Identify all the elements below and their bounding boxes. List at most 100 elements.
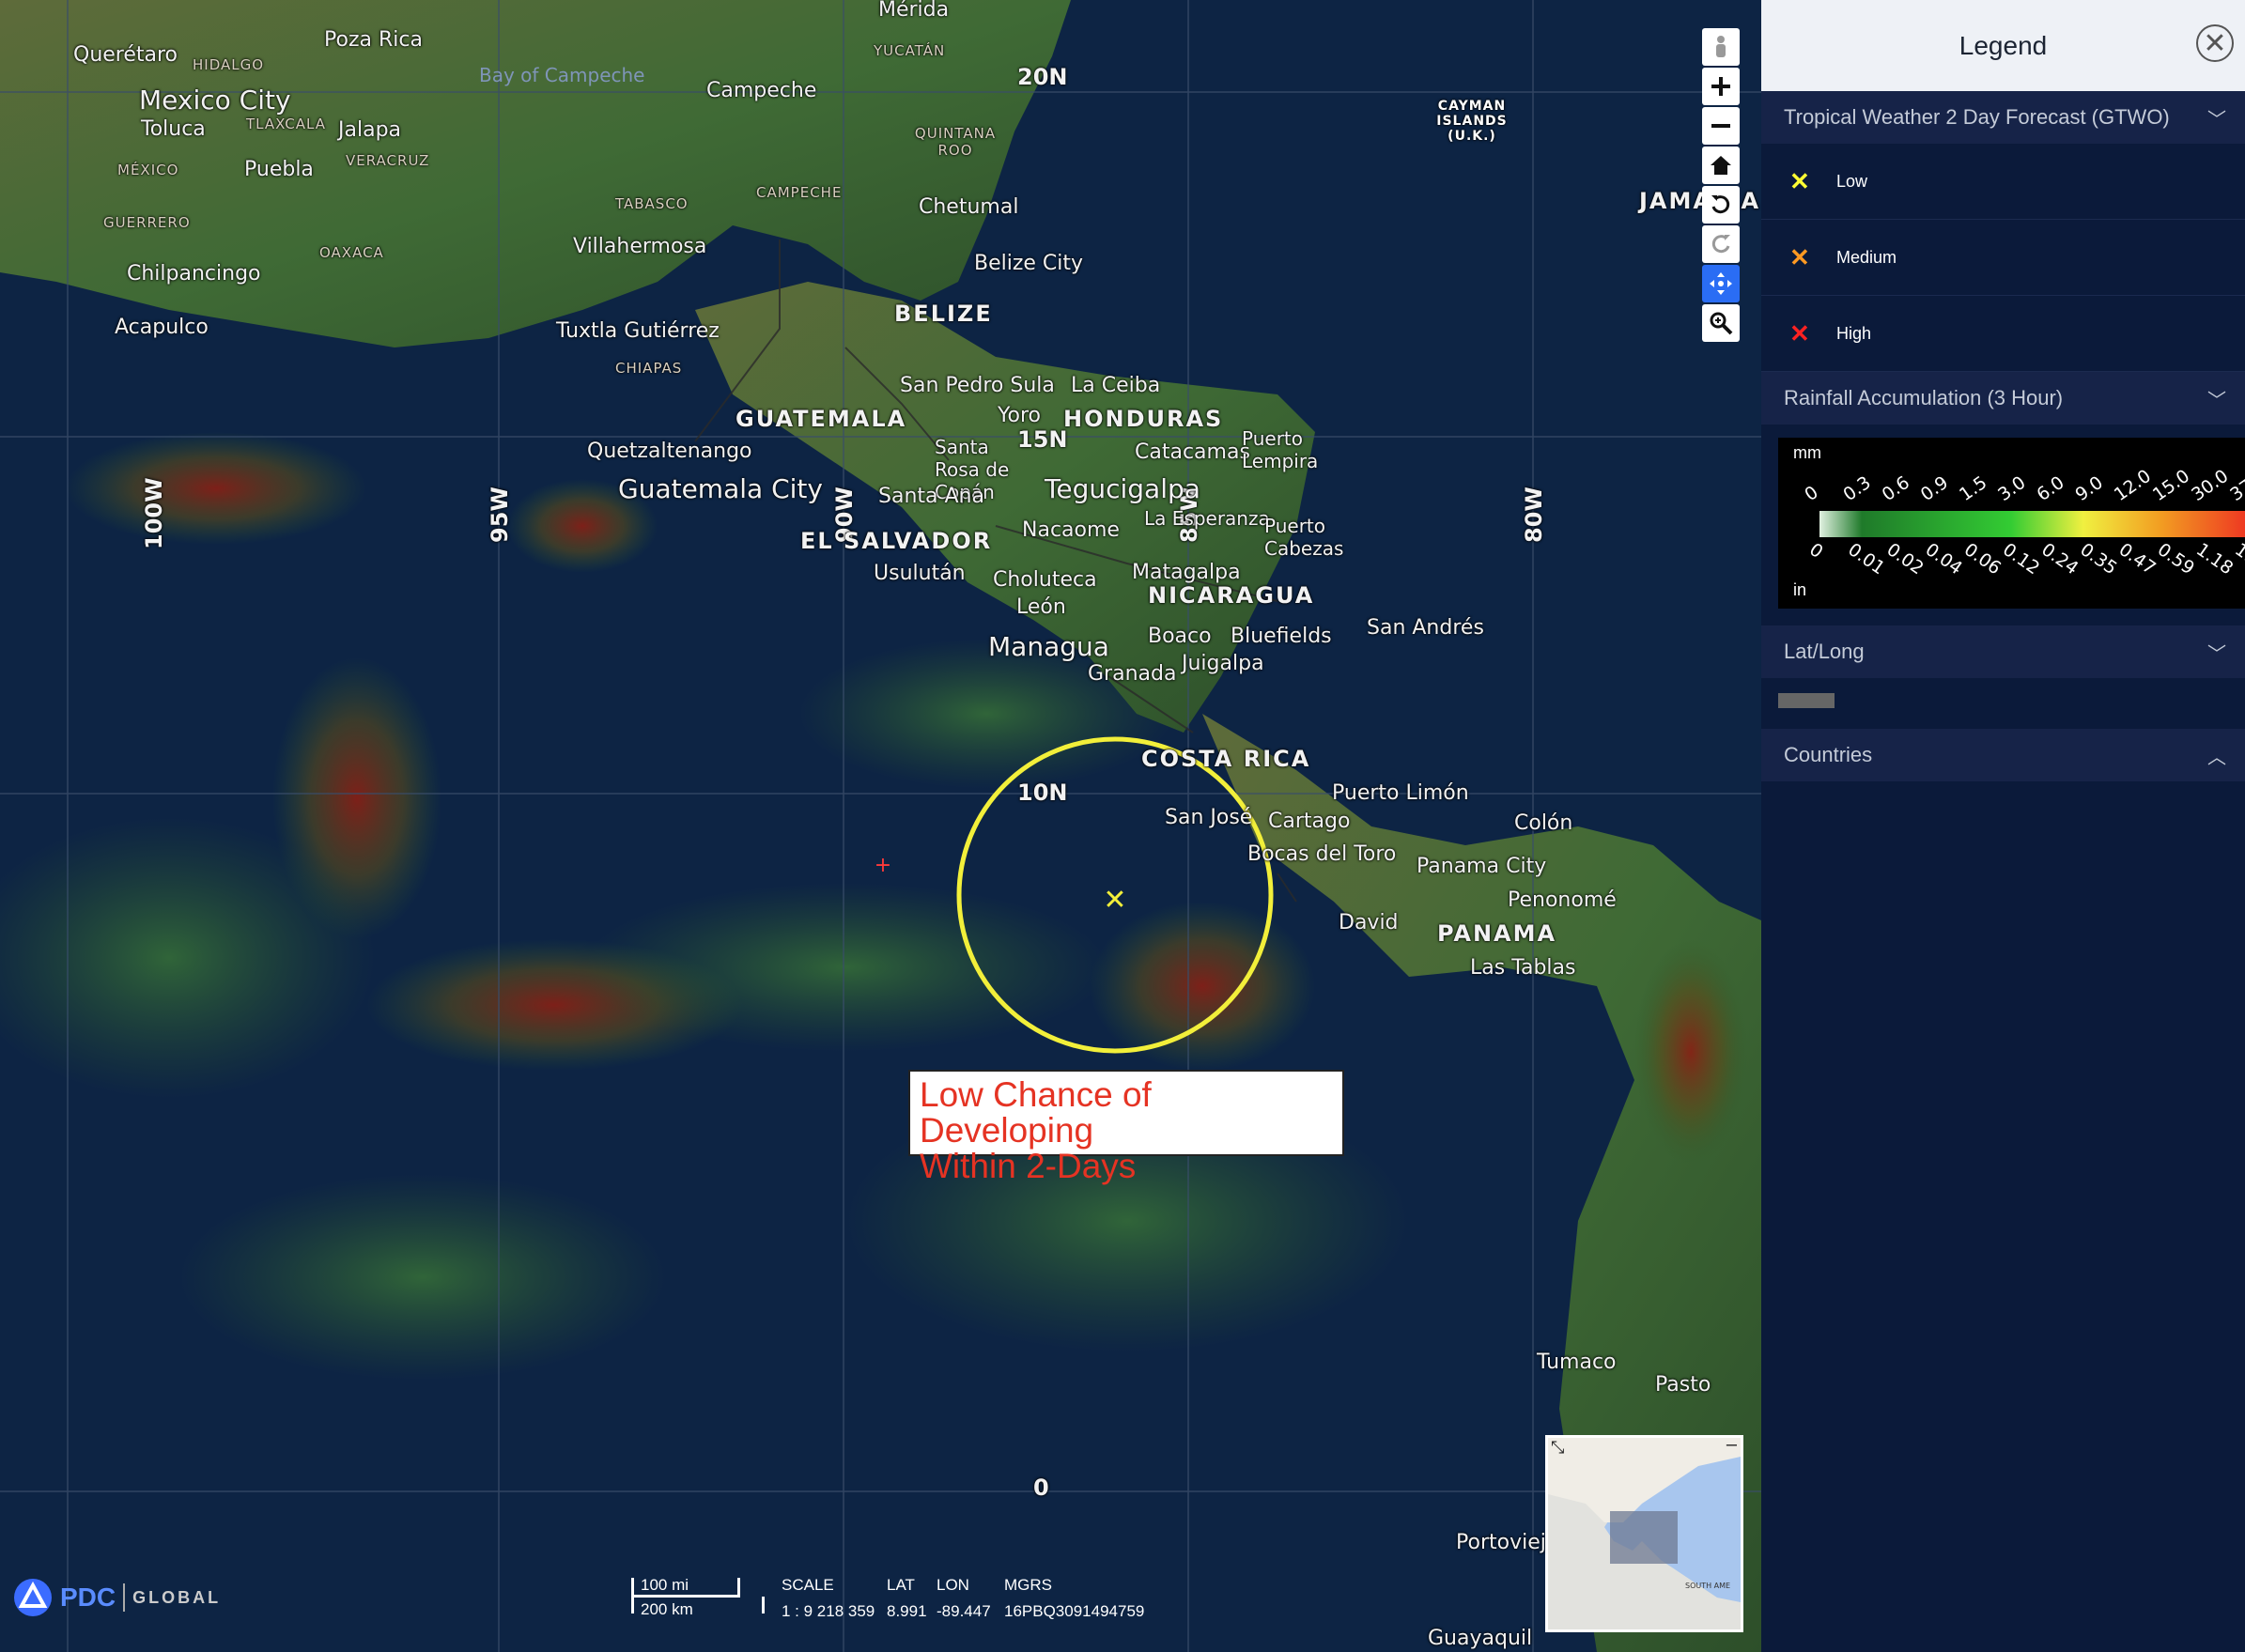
city-label: Chetumal — [919, 195, 1019, 219]
gtwo-low-marker: ✕ — [1103, 884, 1126, 917]
in-tick-label: 0.47 — [2115, 539, 2160, 579]
city-label: San Pedro Sula — [900, 374, 1055, 397]
chevron-down-icon: ﹀ — [2207, 643, 2226, 665]
grid-label-10n: 10N — [1017, 780, 1068, 806]
pdc-logo-icon — [14, 1579, 52, 1616]
map-view[interactable]: ✕ + Bay of Campeche 20N 15N 10N 0 100W 9… — [0, 0, 1761, 1652]
home-button[interactable] — [1702, 147, 1740, 184]
legend-item-label: High — [1836, 323, 1872, 343]
legend-item-medium: ✕ Medium — [1761, 220, 2245, 296]
map-basemap: ✕ + — [0, 0, 1761, 1652]
low-x-icon: ✕ — [1789, 166, 1810, 195]
city-label: Guatemala City — [618, 473, 823, 504]
mm-tick-label: 6.0 — [2033, 472, 2067, 505]
high-x-icon: ✕ — [1789, 318, 1810, 347]
mm-tick-label: 0.9 — [1917, 472, 1952, 505]
region-label: MÉXICO — [117, 162, 179, 178]
mm-tick-label: 12.0 — [2111, 466, 2155, 505]
city-label: Cartago — [1268, 810, 1351, 833]
country-label: EL SALVADOR — [800, 528, 993, 554]
legend-section-rainfall[interactable]: Rainfall Accumulation (3 Hour) ﹀ — [1761, 372, 2245, 425]
city-label: Usulután — [874, 562, 966, 585]
mm-tick-labels: 0 0.3 0.6 0.9 1.5 3.0 6.0 9.0 12.015.030.037.0 — [1801, 466, 2245, 505]
plus-icon — [1711, 77, 1730, 96]
region-label: GUERRERO — [103, 214, 191, 231]
latlong-swatch — [1778, 693, 1835, 708]
region-label: HIDALGO — [193, 56, 265, 73]
legend-header: Legend ✕ — [1761, 0, 2245, 91]
city-label: Nacaome — [1022, 518, 1120, 542]
zoom-out-button[interactable] — [1702, 107, 1740, 145]
zoom-in-button[interactable] — [1702, 68, 1740, 105]
city-label: Boaco — [1148, 625, 1212, 648]
in-tick-label: 0.04 — [1922, 539, 1966, 579]
legend-close-button[interactable]: ✕ — [2196, 24, 2234, 62]
grid-label-95w: 95W — [487, 486, 513, 543]
minimap-map: SOUTH AME — [1548, 1438, 1741, 1629]
gtwo-callout: Low Chance of Developing Within 2-Days — [908, 1070, 1344, 1184]
city-label: Acapulco — [115, 316, 209, 339]
callout-line-1: Low Chance of Developing — [920, 1075, 1152, 1150]
mgrs-value: 16PBQ3091494759 — [1004, 1602, 1145, 1620]
city-label: Bocas del Toro — [1247, 842, 1397, 866]
grid-label-20n: 20N — [1017, 64, 1068, 90]
legend-item-label: Low — [1836, 171, 1868, 191]
city-label: San Andrés — [1367, 616, 1484, 640]
lon-label: LON — [937, 1576, 969, 1594]
legend-item-label: Medium — [1836, 247, 1897, 267]
zoom-box-button[interactable] — [1702, 304, 1740, 342]
chevron-down-icon: ﹀ — [2207, 390, 2226, 411]
region-label: VERACRUZ — [346, 152, 430, 169]
city-label: Puerto Cabezas — [1264, 515, 1344, 560]
country-label: PANAMA — [1437, 920, 1557, 947]
minimap-extent-box — [1610, 1511, 1678, 1564]
in-tick-label: 0 — [1805, 539, 1827, 563]
legend-section-gtwo[interactable]: Tropical Weather 2 Day Forecast (GTWO) ﹀ — [1761, 91, 2245, 144]
city-label: León — [1016, 595, 1066, 619]
city-label: Puerto Lempira — [1242, 427, 1319, 472]
city-label: Campeche — [706, 79, 817, 102]
mm-tick-label: 30.0 — [2188, 466, 2232, 505]
section-title: Countries — [1784, 743, 1873, 766]
city-label: La Esperanza — [1144, 507, 1270, 530]
in-tick-label: 0.12 — [1999, 539, 2043, 579]
minimap-collapse-icon[interactable]: – — [1726, 1438, 1737, 1456]
mm-tick-label: 0 — [1801, 482, 1822, 505]
rotate-left-button[interactable] — [1702, 186, 1740, 224]
region-label: QUINTANA ROO — [914, 125, 997, 159]
in-tick-label: 0.24 — [2037, 539, 2082, 579]
country-label: BELIZE — [894, 301, 993, 327]
legend-section-latlong[interactable]: Lat/Long ﹀ — [1761, 625, 2245, 678]
rainfall-colorbar: mm in 0 0.3 0.6 0.9 1.5 3.0 6.0 9.0 12.0 15.0 30.0… — [1778, 438, 2245, 609]
region-label: YUCATÁN — [874, 42, 946, 59]
city-label: Bluefields — [1231, 625, 1332, 648]
in-tick-label: 0.06 — [1960, 539, 2005, 579]
lat-value: 8.991 — [887, 1602, 927, 1620]
sea-label: Bay of Campeche — [479, 64, 645, 86]
city-label: Catacamas — [1135, 440, 1250, 464]
pan-button[interactable] — [1702, 265, 1740, 302]
rotate-right-button[interactable] — [1702, 225, 1740, 263]
in-tick-label: 0.01 — [1844, 539, 1888, 579]
city-label: Yoro — [998, 404, 1041, 427]
lat-label: LAT — [887, 1576, 915, 1594]
minimap-expand-icon[interactable]: ⤡ — [1551, 1438, 1564, 1458]
legend-section-countries[interactable]: Countries ︿ — [1761, 729, 2245, 781]
scale-label: SCALE — [782, 1576, 834, 1594]
legend-title: Legend — [1959, 30, 2048, 60]
mm-tick-label: 1.5 — [1956, 472, 1990, 505]
street-view-button[interactable] — [1702, 28, 1740, 66]
section-title: Rainfall Accumulation (3 Hour) — [1784, 386, 2064, 409]
legend-panel: Legend ✕ Tropical Weather 2 Day Forecast… — [1761, 0, 2245, 1652]
minus-icon — [1711, 124, 1730, 128]
city-label: San José — [1165, 806, 1253, 829]
city-label: Las Tablas — [1470, 956, 1576, 980]
region-label: CHIAPAS — [615, 360, 683, 377]
city-label: Toluca — [141, 117, 206, 141]
city-label: Villahermosa — [573, 235, 707, 258]
city-label: Pasto — [1655, 1373, 1711, 1397]
city-label: Chilpancingo — [127, 262, 261, 286]
region-label: CAMPECHE — [756, 184, 843, 201]
overview-minimap[interactable]: SOUTH AME ⤡ – — [1545, 1435, 1743, 1632]
rainfall-scale: 0 0.3 0.6 0.9 1.5 3.0 6.0 9.0 12.015.030.037.0 0… — [1801, 466, 2245, 579]
